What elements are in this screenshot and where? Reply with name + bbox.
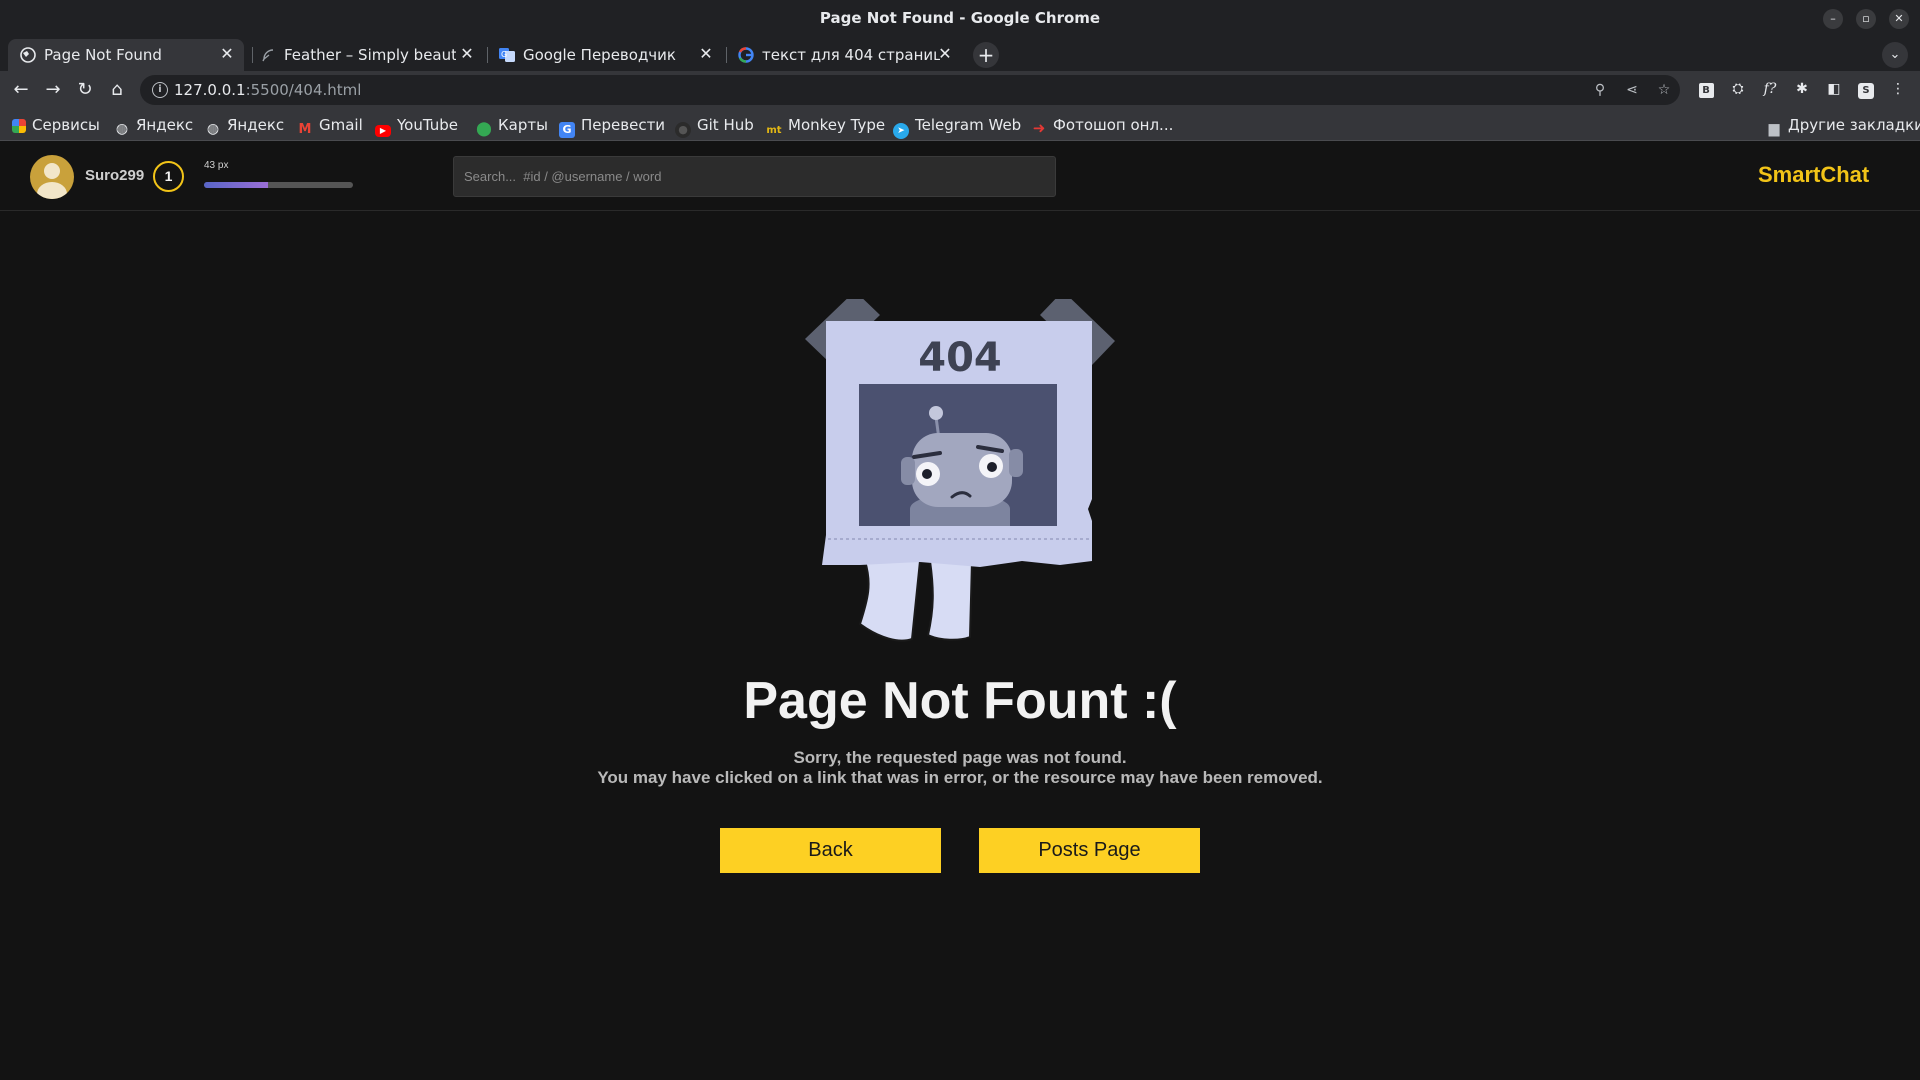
back-button[interactable]: Back xyxy=(720,828,941,873)
tab-search-icon[interactable]: ⌄ xyxy=(1882,42,1908,68)
youtube-icon: ▶ xyxy=(375,125,391,137)
window-titlebar: Page Not Found - Google Chrome – ▫ ✕ xyxy=(0,0,1920,37)
xp-progress-bar xyxy=(204,182,353,188)
bookmark-gmail[interactable]: M Gmail xyxy=(297,114,363,137)
share-icon[interactable]: ⋖ xyxy=(1622,80,1642,100)
bookmark-telegram[interactable]: ➤ Telegram Web xyxy=(893,114,1021,139)
page-title: Page Not Fount :( xyxy=(743,672,1177,730)
bookmark-services[interactable]: Сервисы xyxy=(12,114,100,136)
monkeytype-icon: mt xyxy=(766,125,782,136)
avatar[interactable] xyxy=(30,155,74,199)
telegram-icon: ➤ xyxy=(893,123,909,139)
tab-google-translate[interactable]: G Google Переводчик ✕ xyxy=(487,39,723,71)
bookmark-yandex-1[interactable]: ◍ Яндекс xyxy=(114,114,193,137)
bookmark-star-icon[interactable]: ☆ xyxy=(1654,80,1674,100)
error-message-line-1: Sorry, the requested page was not found. xyxy=(793,748,1127,767)
extensions-puzzle-icon[interactable]: ✱ xyxy=(1792,79,1812,99)
feather-icon xyxy=(262,49,274,62)
robot-pupil xyxy=(922,469,932,479)
close-tab-icon[interactable]: ✕ xyxy=(936,45,954,63)
avatar-body xyxy=(37,182,67,199)
bookmark-other-folder[interactable]: ▆ Другие закладки xyxy=(1766,114,1920,137)
paper-strip xyxy=(926,560,974,641)
username[interactable]: Suro299 xyxy=(85,167,144,184)
brand-logo[interactable]: SmartChat xyxy=(1758,162,1869,188)
tab-label: Google Переводчик xyxy=(523,46,676,64)
gmail-icon: M xyxy=(298,122,312,137)
close-tab-icon[interactable]: ✕ xyxy=(458,45,476,63)
extension-incognito-icon[interactable]: ⛭ xyxy=(1728,79,1748,99)
close-tab-icon[interactable]: ✕ xyxy=(218,45,236,63)
web-page: Suro299 1 43 px SmartChat 404 xyxy=(0,141,1920,1080)
svg-text:G: G xyxy=(501,50,507,59)
robot-antenna-tip xyxy=(929,406,943,420)
bookmark-translate[interactable]: G Перевести xyxy=(559,114,665,138)
tab-feather[interactable]: Feather – Simply beautiful ✕ xyxy=(248,39,484,71)
maps-pin-icon: ⬤ xyxy=(476,121,492,137)
robot-404-illustration: 404 xyxy=(805,299,1115,642)
tab-google-search[interactable]: текст для 404 страницы - ✕ xyxy=(726,39,962,71)
back-arrow-icon[interactable]: ← xyxy=(8,77,34,103)
side-panel-icon[interactable]: ◧ xyxy=(1824,79,1844,99)
bookmark-photoshop[interactable]: ➜ Фотошоп онл... xyxy=(1031,114,1174,137)
globe-icon: ◍ xyxy=(206,121,220,137)
sign-text: 404 xyxy=(918,335,1002,381)
error-message-line-2: You may have clicked on a link that was … xyxy=(597,768,1323,787)
forward-arrow-icon[interactable]: → xyxy=(40,77,66,103)
translate-icon: G xyxy=(559,122,575,138)
globe-icon: ◍ xyxy=(115,121,129,137)
tab-label: текст для 404 страницы - xyxy=(762,46,940,64)
profile-icon[interactable]: S xyxy=(1856,79,1876,99)
new-tab-button[interactable]: + xyxy=(973,42,999,68)
minimize-icon[interactable]: – xyxy=(1823,9,1843,29)
robot-ear xyxy=(901,457,915,485)
xp-label: 43 px xyxy=(204,160,229,171)
level-badge: 1 xyxy=(153,161,184,192)
xp-progress-fill xyxy=(204,182,269,188)
maximize-icon[interactable]: ▫ xyxy=(1856,9,1876,29)
tab-label: Feather – Simply beautiful xyxy=(284,46,456,64)
site-header: Suro299 1 43 px SmartChat xyxy=(0,141,1920,211)
tab-label: Page Not Found xyxy=(44,46,162,64)
apps-grid-icon xyxy=(12,119,26,133)
zoom-icon[interactable]: ⚲ xyxy=(1590,80,1610,100)
extension-b-icon[interactable]: B xyxy=(1696,79,1716,99)
tab-page-not-found[interactable]: Page Not Found ✕ xyxy=(8,39,244,71)
posts-page-button[interactable]: Posts Page xyxy=(979,828,1200,873)
bookmark-maps[interactable]: ⬤ Карты xyxy=(476,114,548,137)
site-info-icon[interactable]: i xyxy=(152,82,168,98)
folder-icon: ▆ xyxy=(1768,121,1780,137)
menu-dots-icon[interactable]: ⋮ xyxy=(1888,79,1908,99)
address-url[interactable]: 127.0.0.1:5500/404.html xyxy=(174,81,361,99)
github-icon: ● xyxy=(675,122,691,138)
home-icon[interactable]: ⌂ xyxy=(104,77,130,103)
window-title: Page Not Found - Google Chrome xyxy=(819,9,1101,27)
tab-strip: Page Not Found ✕ Feather – Simply beauti… xyxy=(0,37,1920,71)
address-bar[interactable]: i 127.0.0.1:5500/404.html ⚲ ⋖ ☆ xyxy=(140,75,1680,105)
google-icon xyxy=(738,47,754,63)
globe-icon xyxy=(20,47,36,63)
bookmark-yandex-2[interactable]: ◍ Яндекс xyxy=(205,114,284,137)
robot-ear xyxy=(1009,449,1023,477)
extension-font-icon[interactable]: f? xyxy=(1760,79,1780,99)
bookmark-github[interactable]: ● Git Hub xyxy=(675,114,754,138)
robot-pupil xyxy=(987,462,997,472)
bookmarks-bar: Сервисы ◍ Яндекс ◍ Яндекс M Gmail ▶ YouTube … xyxy=(0,109,1920,141)
avatar-head xyxy=(44,163,60,179)
close-window-icon[interactable]: ✕ xyxy=(1889,9,1909,29)
photoshop-icon: ➜ xyxy=(1032,119,1046,137)
search-input[interactable] xyxy=(453,156,1056,197)
bookmark-monkeytype[interactable]: mt Monkey Type xyxy=(766,114,885,136)
translate-icon: G xyxy=(499,48,515,62)
browser-toolbar: ← → ↻ ⌂ i 127.0.0.1:5500/404.html ⚲ ⋖ ☆ … xyxy=(0,71,1920,109)
reload-icon[interactable]: ↻ xyxy=(72,77,98,103)
bookmark-youtube[interactable]: ▶ YouTube xyxy=(375,114,458,137)
close-tab-icon[interactable]: ✕ xyxy=(697,45,715,63)
paper-strip xyxy=(858,560,922,642)
